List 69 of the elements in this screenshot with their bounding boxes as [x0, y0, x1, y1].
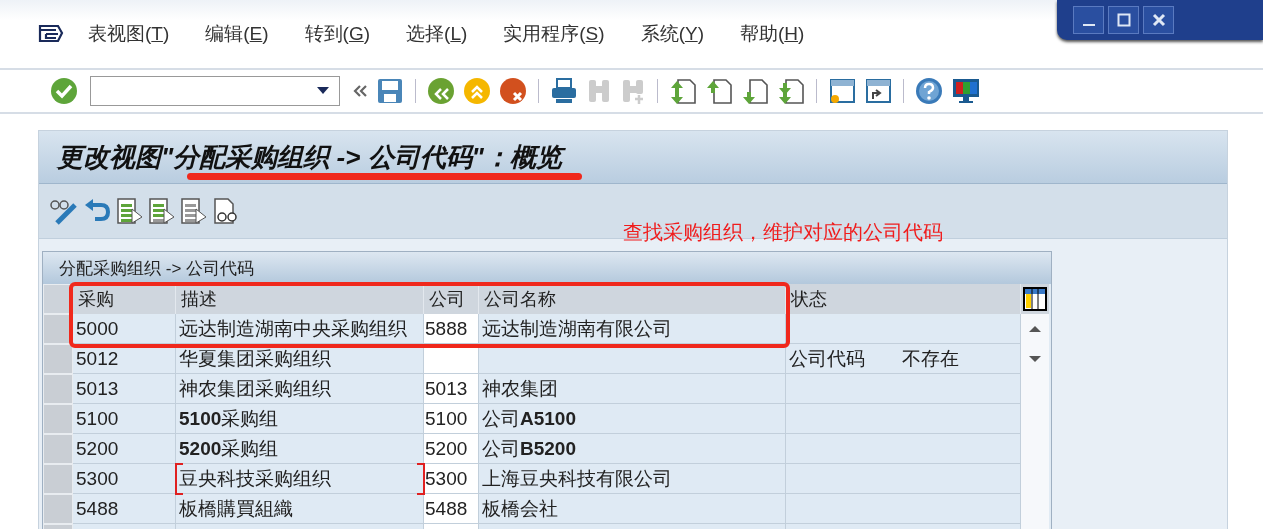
table-cell: 公司A5100 [479, 404, 786, 434]
table-cell: 5200采购组 [176, 434, 424, 464]
table-cell: 板橋会社 [479, 494, 786, 524]
column-header[interactable]: 公司 [424, 284, 479, 314]
save-icon[interactable] [376, 77, 404, 105]
menu-item[interactable]: 帮助(H) [739, 21, 805, 47]
menu-item[interactable]: 编辑(E) [205, 21, 269, 47]
input-field[interactable]: 5100 [424, 404, 479, 434]
table-caption: 分配采购组织 -> 公司代码 [43, 252, 1051, 284]
input-field[interactable]: 5488 [424, 494, 479, 524]
table-cell: 5100采购组 [176, 404, 424, 434]
table-cell: 5013 [73, 374, 176, 404]
table-cell: 板橋購買組織 [176, 494, 424, 524]
table-settings-icon[interactable] [1021, 284, 1049, 314]
table-cell: 公司代码 不存在 [786, 344, 1021, 374]
minimize-icon [1082, 24, 1095, 26]
input-field[interactable]: 5888 [424, 314, 479, 344]
input-field[interactable]: 5013 [424, 374, 479, 404]
close-button[interactable] [1143, 6, 1174, 34]
glasses-pencil-icon[interactable] [49, 197, 79, 225]
select-all-icon[interactable] [115, 197, 143, 225]
table-cell: 上海豆央科技有限公司 [479, 464, 786, 494]
cancel-icon[interactable] [499, 77, 527, 105]
scrollbar[interactable] [1021, 314, 1049, 529]
column-header[interactable]: 描述 [176, 284, 424, 314]
minimize-button[interactable] [1073, 6, 1104, 34]
monitor-icon[interactable] [951, 77, 981, 105]
close-icon [1151, 13, 1166, 27]
back-icon[interactable] [427, 77, 455, 105]
last-page-icon[interactable] [777, 77, 805, 105]
menu-item[interactable]: 转到(G) [304, 21, 371, 47]
table-cell: 5488 [73, 494, 176, 524]
menu-item[interactable]: 选择(L) [406, 21, 468, 47]
table-cell: 公司B5200 [479, 434, 786, 464]
scroll-down-icon[interactable] [1027, 354, 1043, 364]
previous-page-icon[interactable] [705, 77, 733, 105]
menu-item[interactable]: 系统(Y) [640, 21, 704, 47]
maximize-icon [1116, 13, 1131, 27]
column-header[interactable]: 状态 [786, 284, 1021, 314]
menu-item[interactable]: 表视图(T) [88, 21, 170, 47]
select-block-icon[interactable] [147, 197, 175, 225]
new-window-icon[interactable] [828, 77, 856, 105]
column-header[interactable]: 公司名称 [479, 284, 786, 314]
deselect-icon[interactable] [179, 197, 207, 225]
shortcut-icon[interactable] [864, 77, 892, 105]
column-header[interactable]: 采购 [73, 284, 176, 314]
table-cell: 5200 [73, 434, 176, 464]
table-cell: 远达制造湖南有限公司 [479, 314, 786, 344]
table-cell: 远达制造湖南中央采购组织 [176, 314, 424, 344]
check-icon[interactable] [50, 77, 78, 105]
next-page-icon[interactable] [741, 77, 769, 105]
menu-icon[interactable] [38, 24, 64, 44]
command-field[interactable] [90, 76, 340, 106]
help-icon[interactable] [915, 77, 943, 105]
caret-icon[interactable] [317, 87, 329, 95]
document-glasses-icon[interactable] [211, 197, 239, 225]
print-icon[interactable] [550, 77, 578, 105]
table-cell: 5000 [73, 314, 176, 344]
input-field[interactable]: 5200 [424, 434, 479, 464]
collapse-icon[interactable] [352, 83, 368, 99]
table-cell: 神农集团采购组织 [176, 374, 424, 404]
scroll-up-icon[interactable] [1027, 324, 1043, 334]
table-cell: 神农集团 [479, 374, 786, 404]
input-field[interactable]: 5300 [424, 464, 479, 494]
menu-item[interactable]: 实用程序(S) [503, 21, 605, 47]
annotation-text: 查找采购组织，维护对应的公司代码 [623, 220, 943, 245]
table-cell: 5100 [73, 404, 176, 434]
maximize-button[interactable] [1108, 6, 1139, 34]
first-page-icon[interactable] [669, 77, 697, 105]
